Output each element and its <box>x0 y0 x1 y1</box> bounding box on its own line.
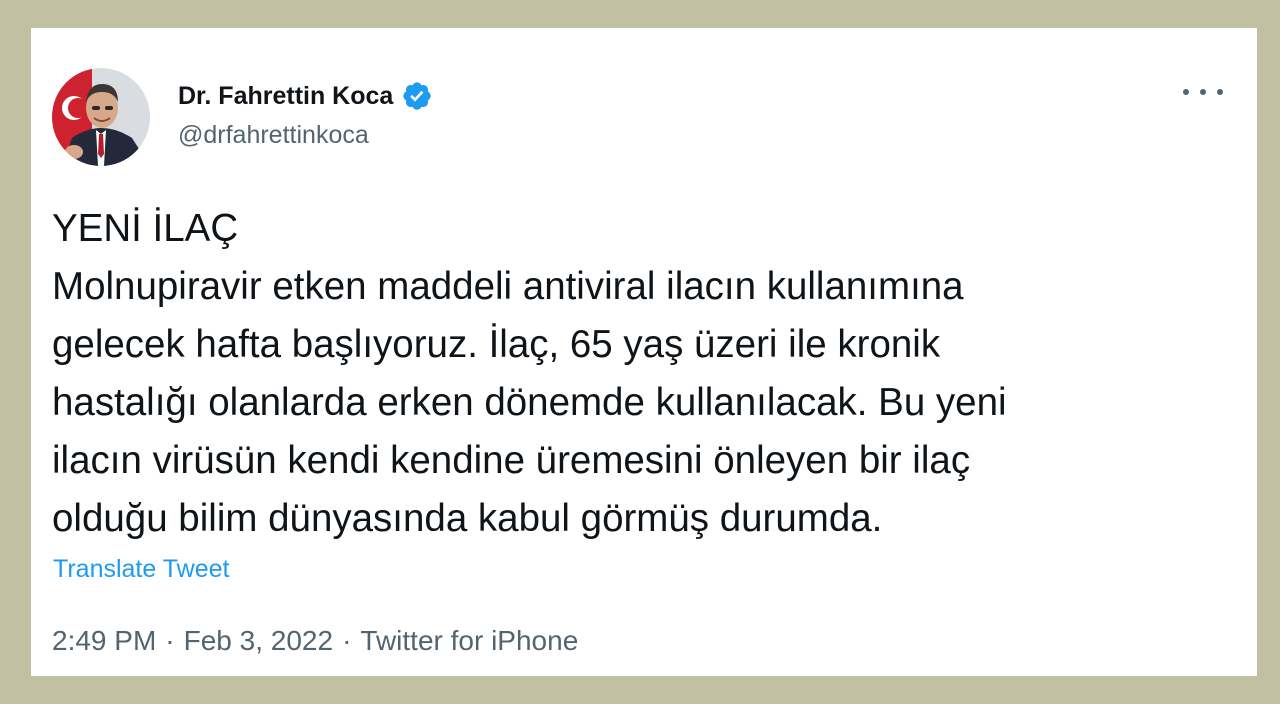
verified-badge-icon <box>401 80 433 112</box>
tweet-card: Dr. Fahrettin Koca @drfahrettinkoca YENİ… <box>31 28 1257 676</box>
tweet-line: olduğu bilim dünyasında kabul görmüş dur… <box>52 497 883 540</box>
author-name-row: Dr. Fahrettin Koca <box>178 79 433 113</box>
more-dot <box>1183 89 1189 95</box>
tweet-text: YENİ İLAÇ Molnupiravir etken maddeli ant… <box>52 200 1242 548</box>
translate-tweet-link[interactable]: Translate Tweet <box>53 555 229 584</box>
tweet-time[interactable]: 2:49 PM <box>52 625 156 657</box>
tweet-date[interactable]: Feb 3, 2022 <box>184 625 333 657</box>
author-handle[interactable]: @drfahrettinkoca <box>178 121 369 150</box>
tweet-metadata: 2:49 PM · Feb 3, 2022 · Twitter for iPho… <box>52 625 578 657</box>
author-avatar[interactable] <box>52 68 150 166</box>
more-dot <box>1217 89 1223 95</box>
avatar-image <box>52 68 150 166</box>
meta-separator: · <box>165 625 175 656</box>
author-name[interactable]: Dr. Fahrettin Koca <box>178 82 393 111</box>
tweet-line: hastalığı olanlarda erken dönemde kullan… <box>52 381 1007 424</box>
more-options-icon[interactable] <box>1183 78 1223 106</box>
tweet-line: YENİ İLAÇ <box>52 207 239 250</box>
tweet-line: gelecek hafta başlıyoruz. İlaç, 65 yaş ü… <box>52 323 941 366</box>
tweet-line: ilacın virüsün kendi kendine üremesini ö… <box>52 439 971 482</box>
tweet-line: Molnupiravir etken maddeli antiviral ila… <box>52 265 964 308</box>
meta-separator: · <box>342 625 352 656</box>
tweet-source-link[interactable]: Twitter for iPhone <box>360 625 578 657</box>
more-dot <box>1200 89 1206 95</box>
